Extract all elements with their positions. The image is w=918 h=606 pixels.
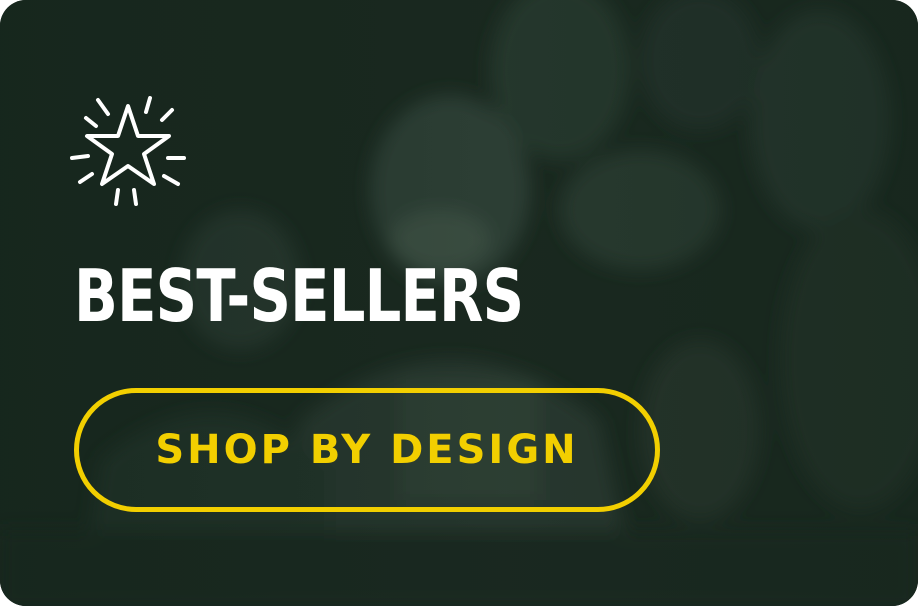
- shop-by-design-label: SHOP BY DESIGN: [155, 427, 579, 473]
- shop-by-design-button[interactable]: SHOP BY DESIGN: [74, 388, 660, 512]
- banner-title: BEST-SELLERS: [74, 254, 524, 338]
- sparkle-star-icon: [70, 96, 186, 206]
- best-sellers-banner[interactable]: BEST-SELLERS SHOP BY DESIGN: [0, 0, 918, 606]
